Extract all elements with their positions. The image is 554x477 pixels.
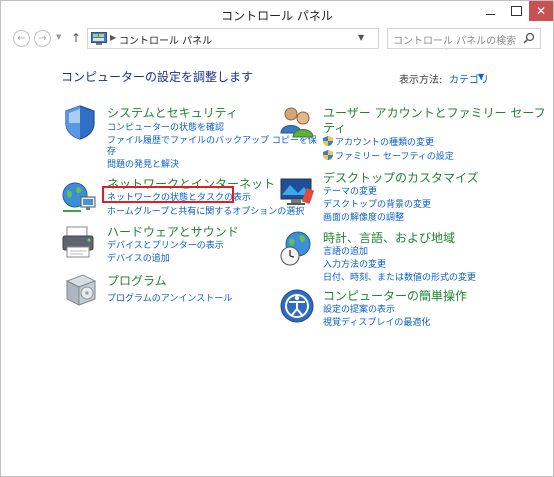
view-by-label: 表示方法: (399, 75, 443, 86)
category-title-user-accounts[interactable]: ユーザー アカウントとファミリー セーフ (323, 104, 546, 121)
breadcrumb-separator-icon[interactable]: ▶ (110, 33, 116, 42)
red-highlight-box (102, 186, 234, 203)
page-heading: コンピューターの設定を調整します (61, 70, 254, 84)
link-optimize-visual-display[interactable]: 視覚ディスプレイの最適化 (323, 315, 430, 328)
up-button[interactable]: ↑ (71, 31, 81, 45)
link-family-safety-settings-label: ファミリー セーフティの設定 (335, 152, 454, 162)
link-homegroup-sharing[interactable]: ホームグループと共有に関するオプションの選択 (107, 204, 304, 217)
up-arrow-icon: ↑ (71, 31, 82, 45)
link-add-device[interactable]: デバイスの追加 (107, 251, 170, 264)
uac-shield-icon (323, 150, 333, 160)
link-change-desktop-background[interactable]: デスクトップの背景の変更 (323, 197, 431, 210)
security-shield-icon[interactable] (61, 103, 99, 141)
control-panel-window: コントロール パネル ✕ ← → ▼ ↑ ▶ コントロール パネル ▼ コントロ… (0, 0, 554, 477)
users-icon[interactable] (278, 103, 316, 141)
navigation-bar: ← → ▼ ↑ ▶ コントロール パネル ▼ ↻ コントロール パネルの検 (1, 28, 553, 50)
address-bar[interactable]: ▶ コントロール パネル ▼ ↻ (87, 28, 466, 50)
back-arrow-icon: ← (17, 33, 26, 44)
title-bar[interactable]: コントロール パネル ✕ (1, 1, 553, 28)
network-globe-icon[interactable] (61, 179, 99, 217)
desktop-personalization-icon[interactable] (278, 173, 316, 211)
link-adjust-screen-resolution[interactable]: 画面の解像度の調整 (323, 210, 404, 223)
link-change-date-time-format[interactable]: 日付、時刻、または数値の形式の変更 (323, 270, 476, 283)
recent-locations-chevron-icon[interactable]: ▼ (56, 33, 61, 41)
link-change-account-type[interactable]: アカウントの種類の変更 (323, 135, 434, 148)
search-placeholder: コントロール パネルの検索 (393, 36, 517, 47)
clock-globe-icon[interactable] (278, 229, 316, 267)
ease-of-access-icon[interactable] (278, 287, 316, 325)
link-get-recommendations[interactable]: 設定の提案の表示 (323, 302, 395, 315)
link-change-input-method[interactable]: 入力方法の変更 (323, 257, 386, 270)
view-by-chevron-icon[interactable]: ▼ (478, 72, 484, 81)
uac-shield-icon (323, 136, 333, 146)
search-icon[interactable] (523, 32, 535, 44)
link-add-language[interactable]: 言語の追加 (323, 244, 368, 257)
main-content: コンピューターの設定を調整します 表示方法: カテゴリ ▼ システムとセキュリテ… (1, 51, 553, 477)
category-title-programs[interactable]: プログラム (107, 272, 167, 289)
control-panel-icon (91, 32, 107, 45)
category-title-system-security[interactable]: システムとセキュリティ (107, 104, 238, 121)
search-input[interactable]: コントロール パネルの検索 (387, 28, 541, 49)
forward-arrow-icon: → (38, 33, 47, 44)
link-check-computer-status[interactable]: コンピューターの状態を確認 (107, 120, 224, 133)
link-view-devices-printers[interactable]: デバイスとプリンターの表示 (107, 238, 224, 251)
link-uninstall-program[interactable]: プログラムのアンインストール (107, 291, 232, 304)
link-file-history-backup-cont[interactable]: 存 (107, 144, 116, 157)
link-change-account-type-label: アカウントの種類の変更 (335, 138, 435, 148)
address-dropdown-icon[interactable]: ▼ (358, 33, 364, 42)
close-button[interactable]: ✕ (529, 1, 553, 21)
breadcrumb-control-panel[interactable]: コントロール パネル (119, 32, 212, 47)
category-title-user-accounts-cont[interactable]: ティ (323, 119, 346, 136)
printer-icon[interactable] (61, 223, 99, 261)
link-change-theme[interactable]: テーマの変更 (323, 184, 377, 197)
window-title: コントロール パネル (221, 9, 333, 23)
link-find-fix-problems[interactable]: 問題の発見と解決 (107, 157, 179, 170)
forward-button[interactable]: → (34, 30, 51, 47)
programs-box-icon[interactable] (61, 271, 99, 309)
link-family-safety-settings[interactable]: ファミリー セーフティの設定 (323, 149, 454, 162)
back-button[interactable]: ← (13, 30, 30, 47)
minimize-button[interactable] (477, 1, 503, 21)
maximize-button[interactable] (503, 1, 529, 21)
